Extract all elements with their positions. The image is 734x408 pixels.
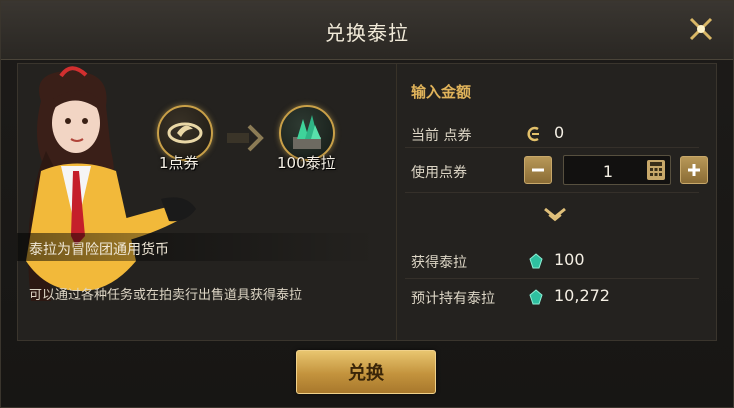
- plus-icon: [688, 164, 700, 176]
- close-icon: [689, 17, 713, 41]
- title-bar: 兑换泰拉: [1, 1, 733, 60]
- section-title: 输入金额: [411, 83, 472, 101]
- dialog-title: 兑换泰拉: [325, 21, 409, 45]
- tera-gem-icon: [529, 253, 543, 269]
- minus-icon: [532, 168, 544, 172]
- column-divider: [396, 64, 397, 340]
- calculator-button[interactable]: [646, 159, 666, 181]
- obtain-tera-value: 100: [554, 250, 585, 269]
- use-coupon-label: 使用点券: [411, 165, 467, 181]
- close-button[interactable]: [683, 11, 719, 47]
- tera-amount-label: 100泰拉: [277, 154, 336, 172]
- tera-gem-icon: [529, 289, 543, 305]
- exchange-button[interactable]: 兑换: [296, 350, 436, 394]
- quantity-field[interactable]: [563, 155, 671, 186]
- quantity-input[interactable]: [564, 156, 652, 186]
- decrease-button[interactable]: [524, 156, 552, 184]
- coupon-amount-label: 1点券: [159, 154, 199, 172]
- expected-tera-value: 10,272: [554, 286, 610, 305]
- chevron-down-icon: [544, 207, 566, 222]
- calculator-icon: [647, 160, 665, 180]
- chevron-right-icon: [227, 124, 264, 152]
- row-separator: [405, 192, 699, 193]
- row-separator: [405, 147, 699, 148]
- exchange-dialog: 兑换泰拉 1点券 100泰拉 泰拉为冒险团通用货币 可以通过各种任务或在拍卖行出…: [0, 0, 734, 408]
- row-separator: [405, 278, 699, 279]
- current-coupon-label: 当前 点券: [411, 128, 472, 144]
- coupon-currency-icon: [527, 126, 539, 142]
- increase-button[interactable]: [680, 156, 708, 184]
- info-line-2: 可以通过各种任务或在拍卖行出售道具获得泰拉: [29, 288, 303, 303]
- info-line-1: 泰拉为冒险团通用货币: [29, 242, 169, 258]
- current-coupon-value: 0: [554, 123, 565, 142]
- expected-tera-label: 预计持有泰拉: [411, 291, 495, 307]
- obtain-tera-label: 获得泰拉: [411, 255, 467, 271]
